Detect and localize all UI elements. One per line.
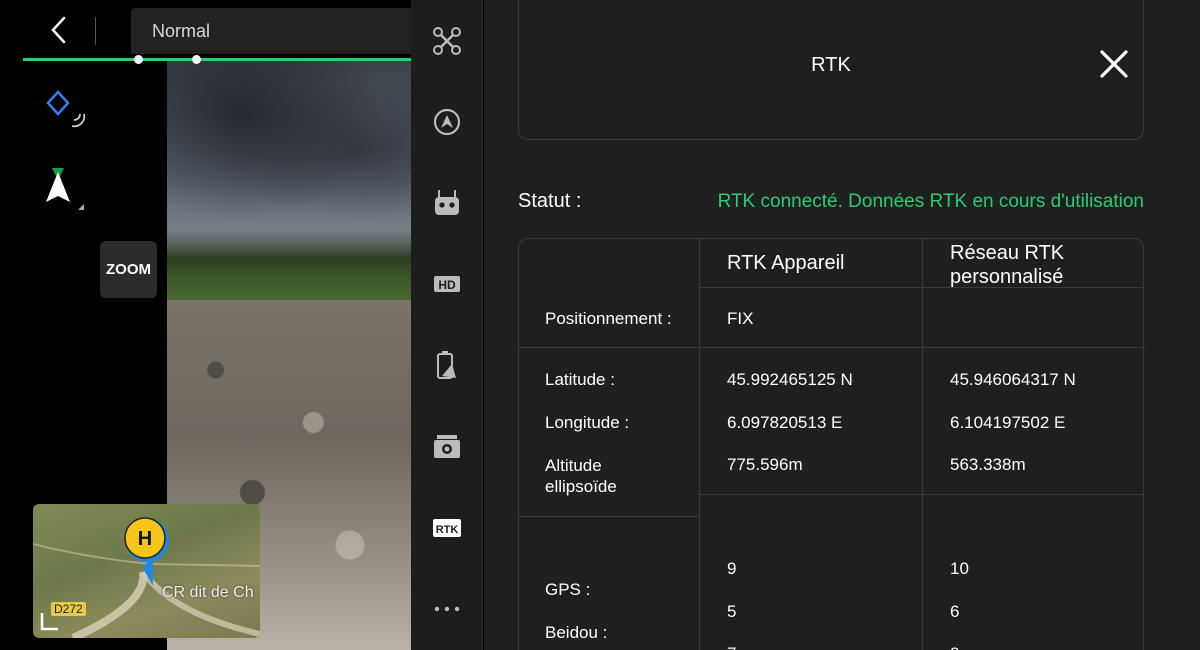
rtk-info-table: RTK Appareil Réseau RTK personnalisé Pos… <box>518 238 1145 650</box>
sky <box>167 60 411 240</box>
tab-more[interactable] <box>411 584 483 634</box>
progress-marker <box>134 55 143 64</box>
aircraft-heading-icon[interactable] <box>44 168 88 217</box>
row-divider <box>519 516 699 517</box>
expand-map-icon[interactable] <box>39 610 61 632</box>
flight-mode-label: Normal <box>152 21 211 41</box>
gps-network-value: 10 <box>950 559 969 578</box>
row-label-positioning: Positionnement : <box>545 309 672 328</box>
rtk-icon: RTK <box>433 519 461 537</box>
back-button[interactable] <box>44 14 74 46</box>
tab-rtk[interactable]: RTK <box>411 503 483 553</box>
close-icon <box>1100 50 1128 78</box>
positioning-device-value: FIX <box>727 309 754 328</box>
column-header-network-line2: personnalisé <box>950 266 1064 288</box>
tab-aircraft[interactable] <box>411 16 483 66</box>
hd-transmission-icon: HD <box>434 276 460 292</box>
beidou-network-value: 8 <box>950 644 959 650</box>
tab-battery[interactable] <box>411 340 483 390</box>
rtk-settings-panel: RTK Statut : RTK connecté. Données RTK e… <box>484 0 1200 650</box>
tab-camera[interactable] <box>411 422 483 472</box>
latitude-device-value: 45.992465125 N <box>727 370 853 389</box>
column-header-device: RTK Appareil <box>727 252 845 274</box>
longitude-device-value: 6.097820513 E <box>727 413 843 432</box>
zoom-button[interactable]: ZOOM <box>100 241 157 298</box>
more-icon <box>434 606 460 612</box>
column-divider <box>922 239 923 650</box>
svg-text:H: H <box>138 528 152 550</box>
column-header-network-line1: Réseau RTK <box>950 242 1065 264</box>
row-label-beidou: Beidou : <box>545 623 608 642</box>
remote-controller-icon <box>435 190 459 215</box>
altitude-label-line2: ellipsoïde <box>545 477 617 496</box>
tab-image-transmission[interactable]: HD <box>411 259 483 309</box>
minimap[interactable]: H CR dit de Ch D272 <box>33 504 260 638</box>
column-divider <box>699 239 700 650</box>
latitude-network-value: 45.946064317 N <box>950 370 1076 389</box>
drone-icon <box>433 27 461 55</box>
map-road-label: CR dit de Ch <box>162 584 254 601</box>
column-header-network: Réseau RTK personnalisé <box>950 241 1064 289</box>
row-label-longitude: Longitude : <box>545 413 630 432</box>
battery-icon <box>437 351 456 379</box>
satellite-network-value: 6 <box>950 602 960 621</box>
vision-sensor-icon[interactable] <box>44 88 88 137</box>
satellite-device-value: 5 <box>727 602 737 621</box>
home-point-icon: H <box>124 517 169 586</box>
settings-tab-rail: HD RTK <box>411 0 483 650</box>
row-divider <box>699 494 1145 495</box>
panel-title: RTK <box>811 54 851 76</box>
signal-progress-line <box>23 58 411 61</box>
row-label-altitude: Altitude ellipsoïde <box>545 455 617 497</box>
row-label-gps: GPS : <box>545 580 591 599</box>
svg-text:RTK: RTK <box>436 524 459 536</box>
status-label: Statut : <box>518 190 582 212</box>
row-divider <box>519 347 1145 348</box>
row-label-latitude: Latitude : <box>545 370 615 389</box>
close-button[interactable] <box>1098 48 1130 80</box>
altitude-network-value: 563.338m <box>950 455 1026 474</box>
beidou-device-value: 7 <box>727 644 736 650</box>
obstacle-avoidance-icon <box>433 108 461 136</box>
header-divider <box>95 17 96 45</box>
chevron-left-icon <box>51 16 66 44</box>
progress-marker <box>192 55 201 64</box>
status-value: RTK connecté. Données RTK en cours d'uti… <box>717 191 1144 212</box>
gps-device-value: 9 <box>727 559 737 578</box>
row-divider <box>699 287 1145 288</box>
flight-mode-bar[interactable]: Normal <box>131 8 411 54</box>
altitude-device-value: 775.596m <box>727 455 803 474</box>
tab-remote-controller[interactable] <box>411 178 483 228</box>
tab-obstacle-avoidance[interactable] <box>411 97 483 147</box>
longitude-network-value: 6.104197502 E <box>950 413 1066 432</box>
tree-line <box>167 230 411 300</box>
svg-text:HD: HD <box>438 278 456 292</box>
altitude-label-line1: Altitude <box>545 456 602 475</box>
camera-icon <box>434 435 460 458</box>
